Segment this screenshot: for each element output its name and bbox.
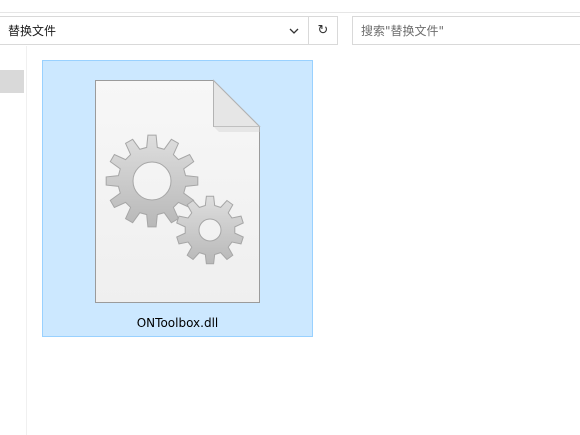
search-input[interactable] [361,21,571,41]
search-box[interactable] [352,16,580,45]
file-item-ontoolbox-dll[interactable]: ONToolbox.dll [42,60,313,337]
address-history-button[interactable] [282,17,306,44]
refresh-button[interactable]: ↻ [308,17,337,44]
refresh-icon: ↻ [317,23,329,38]
chevron-down-icon [289,28,299,34]
navigation-pane[interactable] [0,46,27,435]
nav-selected-item[interactable] [0,70,24,93]
file-name-label[interactable]: ONToolbox.dll [43,316,312,330]
dll-gear-file-icon [95,79,261,303]
window-top-strip [0,0,580,13]
address-bar[interactable]: 替换文件 ↻ [0,16,338,45]
address-path[interactable]: 替换文件 [8,17,56,45]
